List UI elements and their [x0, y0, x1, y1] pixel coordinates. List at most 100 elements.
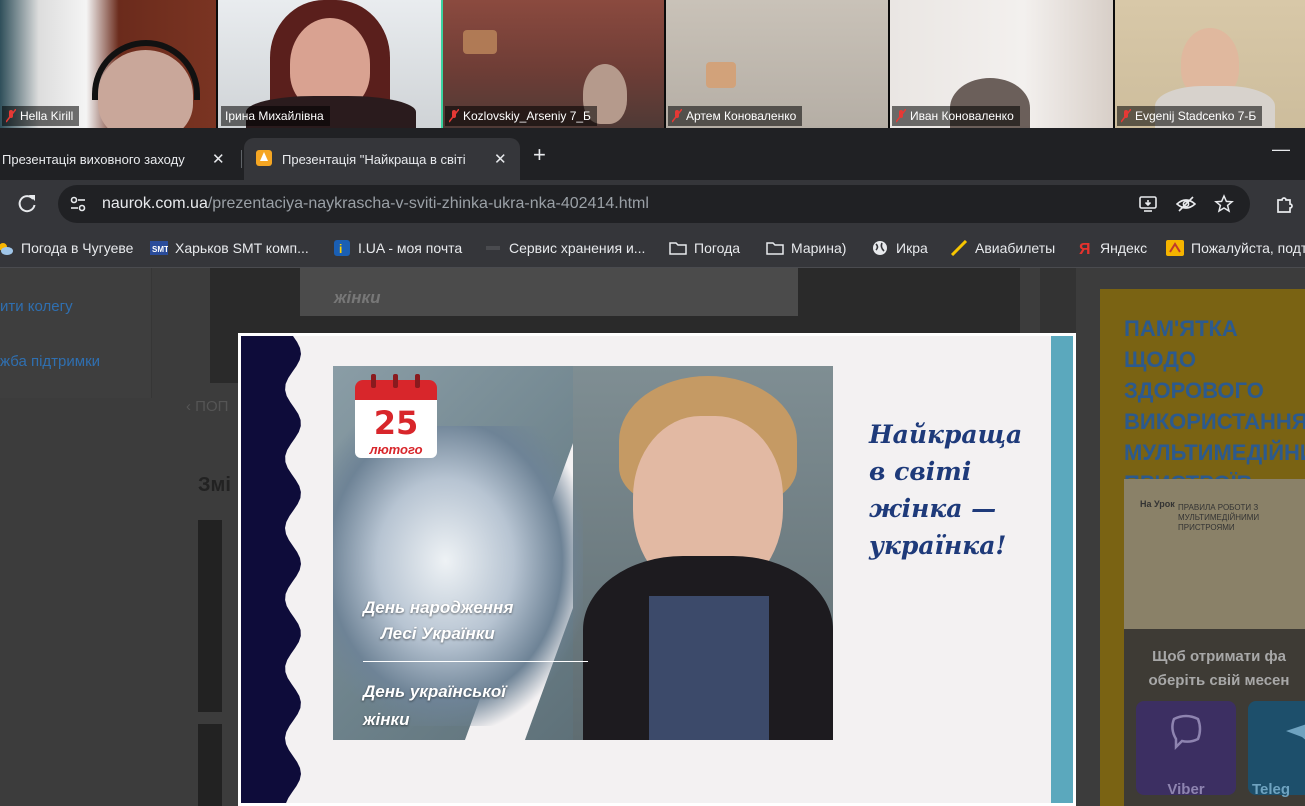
sidebar-link-support[interactable]: жба підтримки [0, 353, 100, 370]
new-tab-button[interactable]: + [533, 142, 546, 168]
contents-heading: Змі [198, 474, 231, 496]
bookmark-item[interactable]: Икра [871, 238, 928, 258]
participant-name-label: Kozlovskiy_Arseniy 7_Б [445, 106, 597, 126]
ad-banner[interactable]: ПАМ'ЯТКА ЩОДО ЗДОРОВОГО ВИКОРИСТАННЯ МУЛ… [1100, 289, 1305, 806]
bookmarks-bar: Погода в Чугуеве SMT Харьков SMT комп...… [0, 228, 1305, 268]
tab-close-icon[interactable]: ✕ [494, 150, 507, 168]
extensions-icon[interactable] [1274, 193, 1296, 215]
bookmark-label: Пожалуйста, подт [1191, 240, 1305, 256]
page-sidebar [0, 268, 152, 398]
participant-name-label: Evgenij Stadcenko 7-Б [1117, 106, 1263, 126]
ad-title: ПАМ'ЯТКА ЩОДО ЗДОРОВОГО ВИКОРИСТАННЯ МУЛ… [1124, 316, 1305, 496]
sidebar-link-invite[interactable]: ити колегу [0, 298, 73, 315]
wall-decor [463, 30, 497, 54]
bookmark-folder[interactable]: Марина) [766, 238, 846, 258]
slide-title-line: Найкраща [869, 420, 1023, 449]
bookmark-item[interactable]: SMT Харьков SMT комп... [150, 238, 309, 258]
screen: Hella Kirill Ірина Михайлівна Kozlovskiy… [0, 0, 1305, 806]
tab-divider [241, 150, 242, 168]
bookmark-item[interactable]: Я Яндекс [1075, 238, 1147, 258]
bookmark-item[interactable]: Пожалуйста, подт [1166, 238, 1305, 258]
bookmark-folder[interactable]: Погода [669, 238, 740, 258]
preview-text: жінки [334, 288, 381, 307]
bookmark-label: Погода [694, 240, 741, 256]
participant-tile-active[interactable]: Ірина Михайлівна [218, 0, 443, 128]
bookmark-item[interactable]: Авиабилеты [950, 238, 1055, 258]
storage-icon [484, 240, 502, 256]
warning-icon [1166, 240, 1184, 256]
bookmark-star-icon[interactable] [1214, 194, 1234, 214]
video-call-strip: Hella Kirill Ірина Михайлівна Kozlovskiy… [0, 0, 1305, 128]
slide-thumbnail[interactable] [198, 520, 222, 712]
participant-tile[interactable]: Иван Коноваленко [890, 0, 1115, 128]
presentation-slide-viewer[interactable]: 25 лютого День народження Лесі Українки … [238, 333, 1076, 806]
participant-name-label: Hella Kirill [2, 106, 80, 126]
portrait-blouse [649, 596, 769, 740]
folder-icon [669, 240, 687, 256]
tab-presentation-event[interactable]: Презентація виховного заходу ✕ [0, 138, 240, 180]
tab-close-icon[interactable]: ✕ [212, 150, 225, 168]
svg-text:SMT: SMT [152, 245, 168, 254]
naurok-bell-icon [260, 152, 268, 161]
ad-card-text: ПРАВИЛА РОБОТИ З МУЛЬТИМЕДІЙНИМИ ПРИСТРО… [1178, 503, 1260, 532]
slide-accent-bar [1051, 336, 1073, 803]
ad-message: Щоб отримати фа оберіть свій месен [1148, 648, 1290, 689]
reload-icon[interactable] [16, 193, 38, 215]
mic-off-icon [896, 109, 906, 123]
tab-title: Презентація "Найкраща в світі [282, 151, 466, 167]
yandex-icon: Я [1075, 240, 1093, 258]
mic-off-icon [6, 109, 16, 123]
bookmark-label: I.UA - моя почта [358, 240, 463, 256]
slide-title-line: українка! [869, 531, 1007, 560]
blurred-object [706, 62, 736, 88]
bookmark-label: Авиабилеты [975, 240, 1056, 256]
site-settings-icon[interactable] [68, 194, 88, 214]
calendar-day: 25 [373, 404, 419, 442]
tab-title: Презентація виховного заходу [2, 151, 185, 167]
participant-tile[interactable]: Hella Kirill [0, 0, 218, 128]
calendar-icon: 25 лютого [355, 374, 437, 460]
tab-presentation-active[interactable]: Презентація "Найкраща в світі ✕ [244, 138, 520, 180]
caption-birthday: День народження [363, 598, 514, 617]
calendar-ring [393, 374, 398, 388]
weather-icon [0, 240, 14, 256]
url-text[interactable]: naurok.com.ua/prezentaciya-naykrascha-v-… [102, 195, 649, 213]
viber-icon [1171, 714, 1202, 751]
mic-off-icon [672, 109, 682, 123]
svg-text:i: i [339, 242, 342, 256]
address-bar[interactable]: naurok.com.ua/prezentaciya-naykrascha-v-… [58, 185, 1250, 223]
bookmark-label: Погода в Чугуеве [21, 240, 134, 256]
participant-name-label: Иван Коноваленко [892, 106, 1020, 126]
telegram-label: Teleg [1252, 781, 1291, 798]
eye-off-icon[interactable] [1175, 194, 1197, 214]
viber-label: Viber [1167, 781, 1205, 798]
folder-icon [766, 240, 784, 256]
caption-divider [363, 661, 588, 662]
naurok-logo: На Урок [1140, 499, 1175, 509]
slide-image: 25 лютого День народження Лесі Українки … [333, 366, 833, 740]
browser-tab-bar: Презентація виховного заходу ✕ Презентац… [0, 128, 1305, 180]
install-app-icon[interactable] [1138, 194, 1158, 214]
calendar-ring [371, 374, 376, 388]
participant-tile[interactable]: Evgenij Stadcenko 7-Б [1115, 0, 1305, 128]
caption-women: жінки [363, 710, 410, 729]
participant-tile[interactable]: Kozlovskiy_Arseniy 7_Б [443, 0, 666, 128]
slide-wave-decoration [241, 336, 301, 803]
window-minimize-button[interactable]: — [1272, 139, 1290, 160]
url-host: naurok.com.ua [102, 195, 208, 212]
participant-tile[interactable]: Артем Коноваленко [666, 0, 890, 128]
slide-canvas: 25 лютого День народження Лесі Українки … [241, 336, 1073, 803]
bookmark-item[interactable]: i I.UA - моя почта [333, 238, 462, 258]
bookmark-label: Яндекс [1100, 240, 1148, 256]
calendar-ring [415, 374, 420, 388]
bookmark-item[interactable]: Сервис хранения и... [484, 238, 645, 258]
slide-title: Найкраща в світі жінка — українка! [869, 416, 1039, 564]
bookmark-label: Харьков SMT комп... [175, 240, 309, 256]
caption-lesya: Лесі Українки [381, 624, 495, 643]
previous-link[interactable]: ‹ ПОП [186, 398, 228, 415]
smt-icon: SMT [150, 240, 169, 256]
browser-toolbar: naurok.com.ua/prezentaciya-naykrascha-v-… [0, 180, 1305, 228]
bookmark-label: Марина) [791, 240, 847, 256]
bookmark-item[interactable]: Погода в Чугуеве [0, 238, 133, 258]
slide-thumbnail[interactable] [198, 724, 222, 806]
